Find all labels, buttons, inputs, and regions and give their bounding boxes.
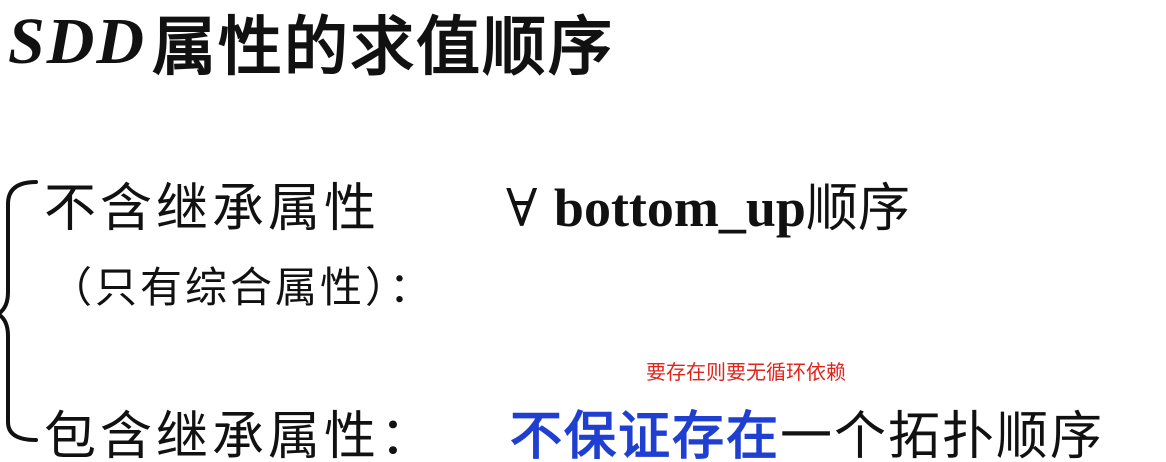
- left-brace: [0, 180, 38, 442]
- case-inherited-value: 不保证存在一个拓扑顺序: [510, 394, 1104, 462]
- case-no-inherited-sublabel: （只有综合属性）：: [50, 263, 435, 312]
- slide-title: SDD 属性的求值顺序: [8, 2, 614, 85]
- annotation-note: 要存在则要无循环依赖: [646, 360, 846, 384]
- title-main: 属性的求值顺序: [152, 11, 615, 85]
- not-guaranteed-text: 不保证存在: [510, 406, 781, 462]
- case-no-inherited-label: 不含继承属性: [44, 179, 381, 239]
- forall-symbol: ∀: [506, 179, 538, 239]
- order-text: 顺序: [805, 179, 910, 239]
- case-no-inherited-value: ∀ bottom_up顺序: [506, 166, 910, 241]
- title-prefix: SDD: [8, 5, 147, 78]
- case-inherited-label: 包含继承属性：: [44, 407, 437, 462]
- bottom-up-text: bottom_up: [553, 178, 806, 238]
- topological-order-text: 一个拓扑顺序: [780, 407, 1105, 462]
